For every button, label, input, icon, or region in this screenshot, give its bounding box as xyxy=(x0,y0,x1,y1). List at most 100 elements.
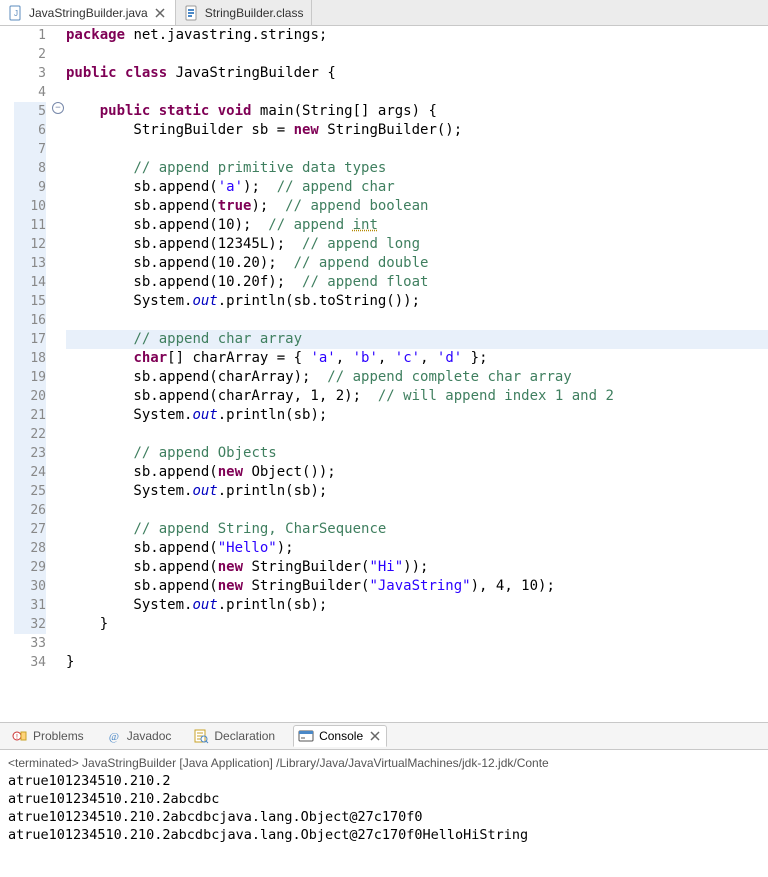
view-tab-declaration[interactable]: Declaration xyxy=(189,726,279,746)
line-number: 5 xyxy=(14,102,46,121)
code-line xyxy=(66,501,768,520)
tab-label: JavaStringBuilder.java xyxy=(29,6,148,20)
console-line: atrue101234510.210.2abcdbc xyxy=(8,790,760,808)
code-line: // append char array xyxy=(66,330,768,349)
view-tab-javadoc[interactable]: @ Javadoc xyxy=(102,726,176,746)
close-icon[interactable] xyxy=(153,6,167,20)
line-number: 15 xyxy=(14,292,46,311)
line-number: 7 xyxy=(14,140,46,159)
line-number: 9 xyxy=(14,178,46,197)
line-number: 33 xyxy=(14,634,46,653)
code-line xyxy=(66,45,768,64)
editor-tab-java-file[interactable]: J JavaStringBuilder.java xyxy=(0,0,176,25)
bottom-view-tabbar: ! Problems @ Javadoc Declaration Console xyxy=(0,722,768,750)
marker-strip xyxy=(0,26,14,722)
view-tab-label: Console xyxy=(319,729,363,743)
code-line: sb.append(new Object()); xyxy=(66,463,768,482)
declaration-icon xyxy=(193,728,209,744)
view-tab-label: Declaration xyxy=(214,729,275,743)
view-tab-label: Javadoc xyxy=(127,729,172,743)
javadoc-icon: @ xyxy=(106,728,122,744)
view-tab-problems[interactable]: ! Problems xyxy=(8,726,88,746)
fold-strip: − xyxy=(52,26,66,722)
editor-tabbar: J JavaStringBuilder.java StringBuilder.c… xyxy=(0,0,768,26)
line-number-gutter: 1234567891011121314151617181920212223242… xyxy=(14,26,52,722)
line-number: 14 xyxy=(14,273,46,292)
editor-tab-class-file[interactable]: StringBuilder.class xyxy=(176,0,313,25)
line-number: 22 xyxy=(14,425,46,444)
code-line: sb.append(true); // append boolean xyxy=(66,197,768,216)
line-number: 21 xyxy=(14,406,46,425)
code-line xyxy=(66,311,768,330)
code-line xyxy=(66,425,768,444)
code-line: System.out.println(sb); xyxy=(66,482,768,501)
fold-toggle-icon[interactable]: − xyxy=(52,102,64,114)
console-line: atrue101234510.210.2abcdbcjava.lang.Obje… xyxy=(8,808,760,826)
java-file-icon: J xyxy=(8,5,24,21)
code-line xyxy=(66,634,768,653)
code-line: } xyxy=(66,653,768,672)
line-number: 24 xyxy=(14,463,46,482)
console-process-header: <terminated> JavaStringBuilder [Java App… xyxy=(8,754,760,772)
code-line xyxy=(66,140,768,159)
line-number: 29 xyxy=(14,558,46,577)
line-number: 10 xyxy=(14,197,46,216)
view-tab-label: Problems xyxy=(33,729,84,743)
line-number: 27 xyxy=(14,520,46,539)
code-line: // append String, CharSequence xyxy=(66,520,768,539)
console-icon xyxy=(298,728,314,744)
code-line: StringBuilder sb = new StringBuilder(); xyxy=(66,121,768,140)
line-number: 20 xyxy=(14,387,46,406)
close-icon[interactable] xyxy=(368,729,382,743)
line-number: 2 xyxy=(14,45,46,64)
code-line: // append primitive data types xyxy=(66,159,768,178)
code-line: sb.append(10); // append int xyxy=(66,216,768,235)
line-number: 32 xyxy=(14,615,46,634)
code-line: sb.append(10.20); // append double xyxy=(66,254,768,273)
line-number: 11 xyxy=(14,216,46,235)
line-number: 1 xyxy=(14,26,46,45)
line-number: 25 xyxy=(14,482,46,501)
code-line: // append Objects xyxy=(66,444,768,463)
code-line: public static void main(String[] args) { xyxy=(66,102,768,121)
line-number: 17 xyxy=(14,330,46,349)
code-line: } xyxy=(66,615,768,634)
svg-text:!: ! xyxy=(16,734,18,741)
code-line: sb.append(10.20f); // append float xyxy=(66,273,768,292)
console-view[interactable]: <terminated> JavaStringBuilder [Java App… xyxy=(0,750,768,848)
code-line: sb.append(charArray, 1, 2); // will appe… xyxy=(66,387,768,406)
code-line: char[] charArray = { 'a', 'b', 'c', 'd' … xyxy=(66,349,768,368)
line-number: 6 xyxy=(14,121,46,140)
line-number: 30 xyxy=(14,577,46,596)
line-number: 16 xyxy=(14,311,46,330)
line-number: 34 xyxy=(14,653,46,672)
svg-text:J: J xyxy=(14,9,18,18)
code-line: sb.append(charArray); // append complete… xyxy=(66,368,768,387)
console-line: atrue101234510.210.2abcdbcjava.lang.Obje… xyxy=(8,826,760,844)
code-line: System.out.println(sb); xyxy=(66,406,768,425)
code-line: sb.append(new StringBuilder("JavaString"… xyxy=(66,577,768,596)
code-line: sb.append("Hello"); xyxy=(66,539,768,558)
code-line xyxy=(66,83,768,102)
line-number: 8 xyxy=(14,159,46,178)
code-line: package net.javastring.strings; xyxy=(66,26,768,45)
problems-icon: ! xyxy=(12,728,28,744)
line-number: 3 xyxy=(14,64,46,83)
line-number: 26 xyxy=(14,501,46,520)
code-editor[interactable]: 1234567891011121314151617181920212223242… xyxy=(0,26,768,722)
code-line: sb.append(new StringBuilder("Hi")); xyxy=(66,558,768,577)
code-line: public class JavaStringBuilder { xyxy=(66,64,768,83)
svg-text:@: @ xyxy=(109,731,119,743)
line-number: 18 xyxy=(14,349,46,368)
line-number: 23 xyxy=(14,444,46,463)
line-number: 19 xyxy=(14,368,46,387)
code-line: sb.append('a'); // append char xyxy=(66,178,768,197)
code-area[interactable]: package net.javastring.strings; public cl… xyxy=(66,26,768,722)
console-line: atrue101234510.210.2 xyxy=(8,772,760,790)
line-number: 31 xyxy=(14,596,46,615)
tab-label: StringBuilder.class xyxy=(205,6,304,20)
line-number: 12 xyxy=(14,235,46,254)
view-tab-console[interactable]: Console xyxy=(293,725,387,747)
line-number: 4 xyxy=(14,83,46,102)
code-line: System.out.println(sb.toString()); xyxy=(66,292,768,311)
